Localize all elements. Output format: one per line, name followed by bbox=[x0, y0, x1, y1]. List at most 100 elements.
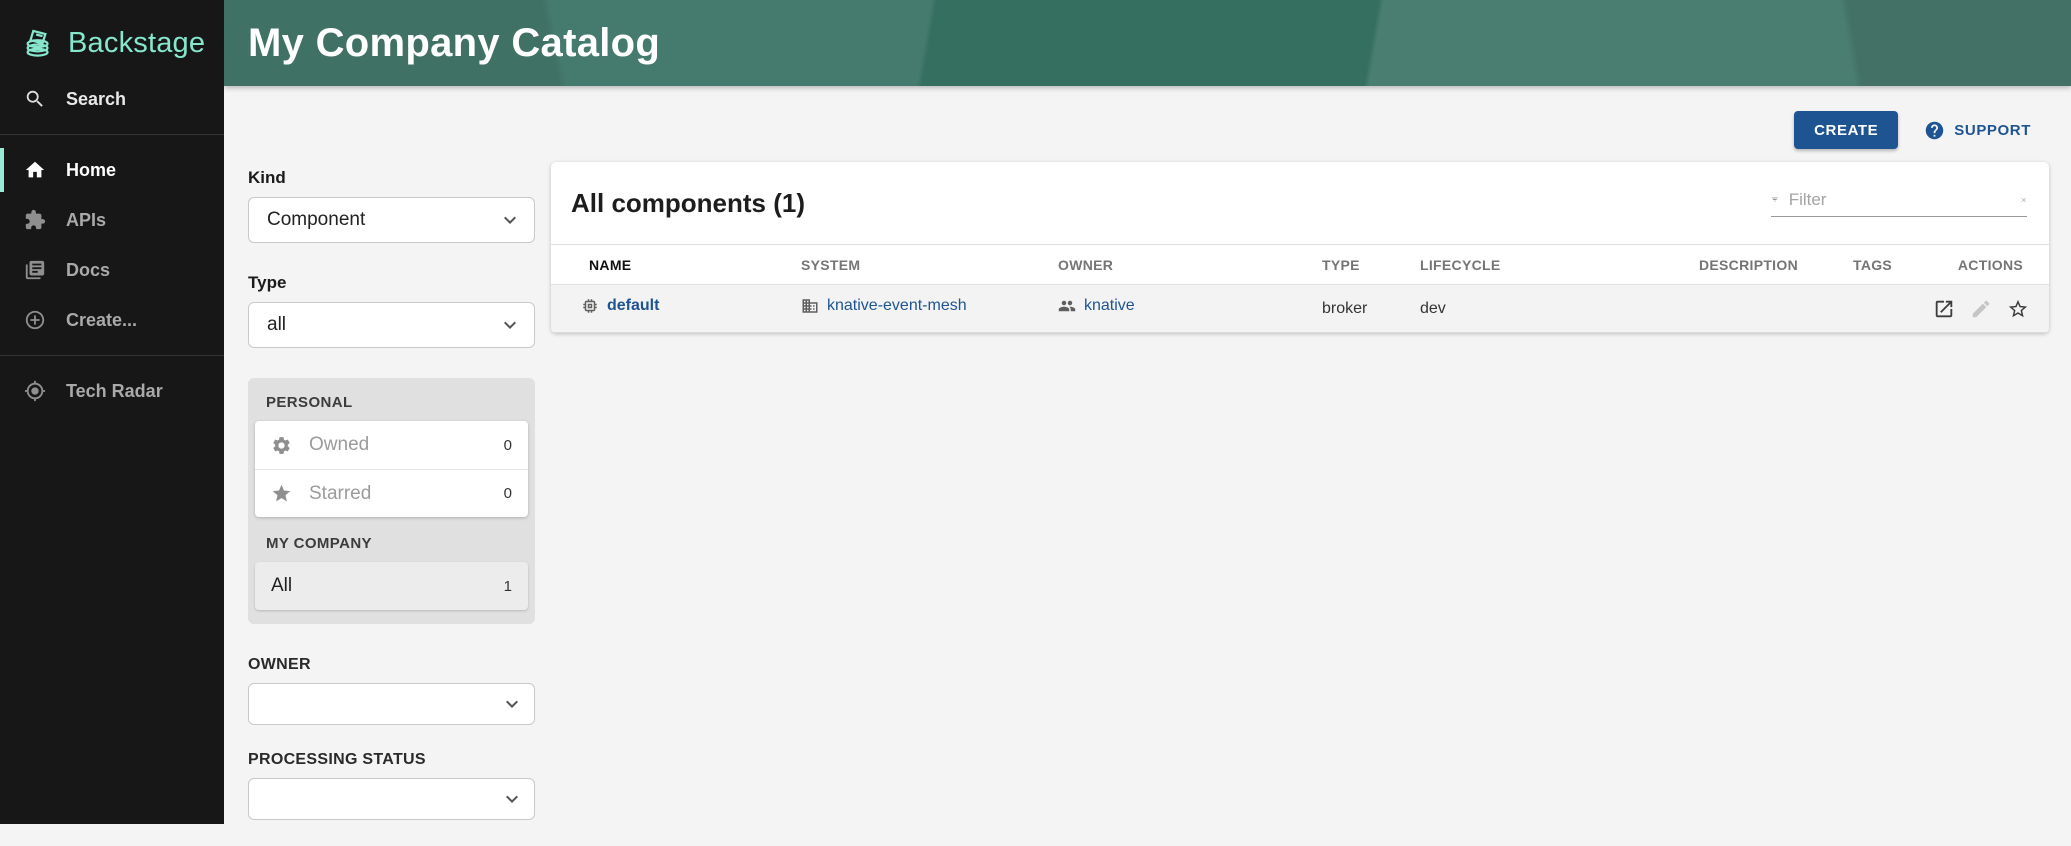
type-filter: Type all bbox=[248, 273, 535, 348]
card-header: All components (1) bbox=[551, 162, 2049, 244]
star-icon bbox=[271, 483, 292, 504]
sidebar-item-label: Tech Radar bbox=[66, 381, 163, 402]
description-cell bbox=[1689, 285, 1843, 333]
column-header-tags[interactable]: TAGS bbox=[1843, 245, 1917, 285]
app-root: Backstage Search Home APIs D bbox=[0, 0, 2071, 824]
kind-select[interactable]: Component bbox=[248, 197, 535, 243]
starred-filter-item[interactable]: Starred 0 bbox=[255, 469, 528, 517]
clear-filter-icon[interactable] bbox=[2020, 190, 2027, 210]
type-cell: broker bbox=[1312, 285, 1410, 333]
kind-filter: Kind Component bbox=[248, 168, 535, 243]
owned-filter-item[interactable]: Owned 0 bbox=[255, 421, 528, 469]
support-button[interactable]: SUPPORT bbox=[1924, 120, 2031, 141]
puzzle-icon bbox=[24, 209, 46, 231]
create-button[interactable]: CREATE bbox=[1794, 111, 1898, 149]
sidebar-item-label: Search bbox=[66, 89, 126, 110]
all-count: 1 bbox=[504, 578, 512, 595]
sidebar-item-label: Docs bbox=[66, 260, 110, 281]
sidebar-item-apis[interactable]: APIs bbox=[0, 195, 224, 245]
sidebar-item-label: Home bbox=[66, 160, 116, 181]
processing-status-select[interactable] bbox=[248, 778, 535, 820]
sidebar-item-tech-radar[interactable]: Tech Radar bbox=[0, 366, 224, 416]
main-area: My Company Catalog CREATE SUPPORT Kind bbox=[224, 0, 2071, 824]
lifecycle-cell: dev bbox=[1410, 285, 1689, 333]
user-list-picker: PERSONAL Owned 0 bbox=[248, 378, 535, 624]
type-select[interactable]: all bbox=[248, 302, 535, 348]
starred-count: 0 bbox=[504, 485, 512, 502]
owner-select[interactable] bbox=[248, 683, 535, 725]
target-icon bbox=[24, 380, 46, 402]
sidebar-item-create[interactable]: Create... bbox=[0, 295, 224, 345]
chevron-down-icon bbox=[498, 313, 522, 337]
owner-filter: OWNER bbox=[248, 656, 535, 725]
help-icon bbox=[1924, 120, 1945, 141]
personal-heading: PERSONAL bbox=[266, 394, 528, 411]
search-icon bbox=[24, 88, 46, 110]
type-label: Type bbox=[248, 273, 535, 293]
all-filter-item[interactable]: All 1 bbox=[255, 562, 528, 610]
owner-name: knative bbox=[1084, 297, 1135, 315]
gear-icon bbox=[271, 435, 292, 456]
column-header-description[interactable]: DESCRIPTION bbox=[1689, 245, 1843, 285]
chevron-down-icon bbox=[498, 208, 522, 232]
column-header-type[interactable]: TYPE bbox=[1312, 245, 1410, 285]
entity-name-link[interactable]: default bbox=[581, 297, 659, 315]
personal-list: Owned 0 Starred 0 bbox=[255, 421, 528, 517]
all-label: All bbox=[271, 575, 504, 597]
processing-status-label: PROCESSING STATUS bbox=[248, 751, 535, 769]
content-area: CREATE SUPPORT Kind Component bbox=[224, 86, 2071, 846]
sidebar-divider bbox=[0, 355, 224, 356]
sidebar-item-label: Create... bbox=[66, 310, 137, 331]
page-header: My Company Catalog bbox=[224, 0, 2071, 86]
filter-panel: Kind Component Type all bbox=[248, 162, 535, 846]
entity-name: default bbox=[607, 297, 659, 315]
chevron-down-icon bbox=[500, 692, 524, 716]
table-row: default knative-event-mesh bbox=[551, 285, 2049, 333]
home-icon bbox=[24, 159, 46, 181]
docs-icon bbox=[24, 259, 46, 281]
type-select-value: all bbox=[267, 314, 286, 336]
starred-label: Starred bbox=[309, 483, 504, 505]
sidebar-item-label: APIs bbox=[66, 210, 106, 231]
component-chip-icon bbox=[581, 297, 599, 315]
support-label: SUPPORT bbox=[1954, 122, 2031, 139]
backstage-logo-icon bbox=[22, 26, 56, 60]
backstage-logo-text: Backstage bbox=[68, 27, 205, 60]
table-filter-input[interactable] bbox=[1789, 190, 2010, 210]
sidebar-item-home[interactable]: Home bbox=[0, 145, 224, 195]
body-row: Kind Component Type all bbox=[224, 150, 2071, 846]
filter-list-icon bbox=[1771, 189, 1779, 210]
toolbar: CREATE SUPPORT bbox=[224, 86, 2071, 150]
column-header-name[interactable]: NAME bbox=[551, 245, 791, 285]
my-company-heading: MY COMPANY bbox=[266, 535, 528, 552]
group-icon bbox=[1058, 297, 1076, 315]
tags-cell bbox=[1843, 285, 1917, 333]
system-link[interactable]: knative-event-mesh bbox=[801, 297, 967, 315]
building-icon bbox=[801, 297, 819, 315]
edit-icon[interactable] bbox=[1970, 298, 1992, 320]
sidebar-divider bbox=[0, 134, 224, 135]
processing-status-filter: PROCESSING STATUS bbox=[248, 751, 535, 820]
kind-label: Kind bbox=[248, 168, 535, 188]
system-name: knative-event-mesh bbox=[827, 297, 967, 315]
open-in-new-icon[interactable] bbox=[1933, 298, 1955, 320]
components-card: All components (1) bbox=[551, 162, 2049, 333]
backstage-logo[interactable]: Backstage bbox=[0, 0, 224, 66]
sidebar: Backstage Search Home APIs D bbox=[0, 0, 224, 824]
add-circle-icon bbox=[24, 309, 46, 331]
owner-link[interactable]: knative bbox=[1058, 297, 1135, 315]
components-table: NAME SYSTEM OWNER TYPE LIFECYCLE DESCRIP… bbox=[551, 244, 2049, 333]
table-title: All components (1) bbox=[571, 188, 805, 219]
owned-label: Owned bbox=[309, 434, 504, 456]
owner-label: OWNER bbox=[248, 656, 535, 674]
chevron-down-icon bbox=[500, 787, 524, 811]
sidebar-item-search[interactable]: Search bbox=[0, 74, 224, 124]
kind-select-value: Component bbox=[267, 209, 365, 231]
column-header-owner[interactable]: OWNER bbox=[1048, 245, 1312, 285]
sidebar-item-docs[interactable]: Docs bbox=[0, 245, 224, 295]
table-filter-box bbox=[1771, 189, 2027, 217]
star-border-icon[interactable] bbox=[2007, 298, 2029, 320]
column-header-system[interactable]: SYSTEM bbox=[791, 245, 1048, 285]
column-header-actions: ACTIONS bbox=[1917, 245, 2049, 285]
column-header-lifecycle[interactable]: LIFECYCLE bbox=[1410, 245, 1689, 285]
